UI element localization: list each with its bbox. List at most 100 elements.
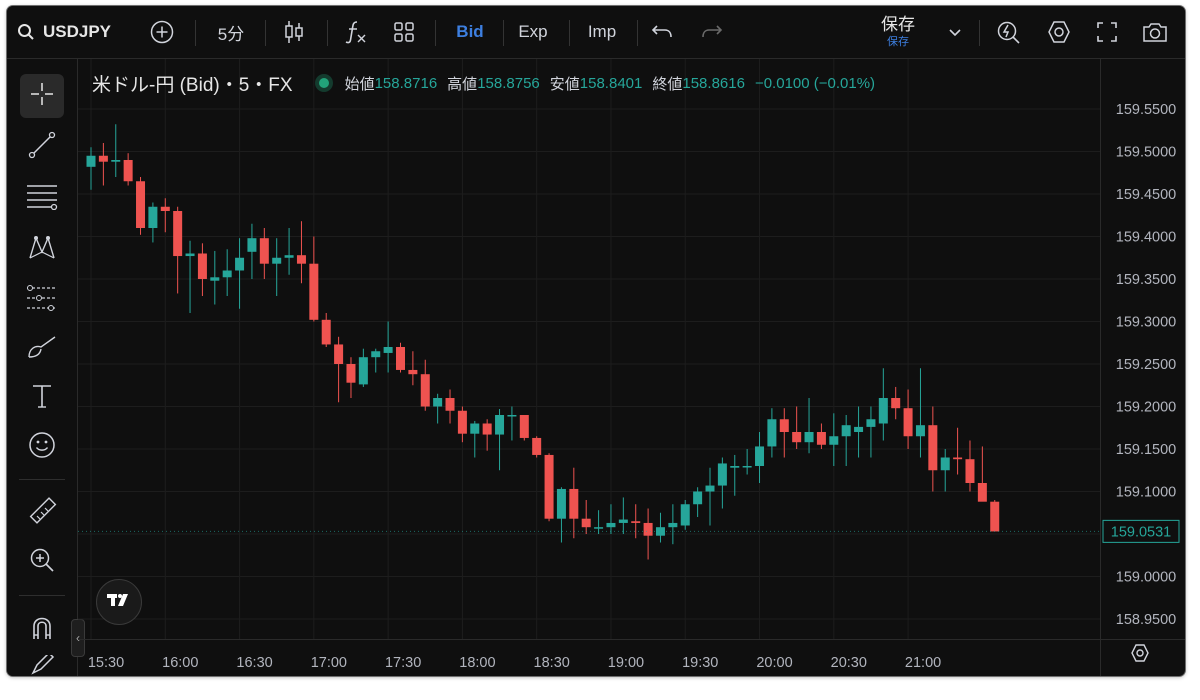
candle-body: [779, 419, 789, 432]
tradingview-logo[interactable]: [96, 579, 142, 625]
x-tick-label: 16:30: [236, 655, 272, 671]
candle-body: [841, 425, 851, 437]
market-status-dot[interactable]: [318, 78, 329, 88]
text-tool[interactable]: [20, 376, 64, 420]
settings-button[interactable]: [1041, 6, 1077, 58]
candle-body: [197, 253, 207, 279]
trend-line-tool[interactable]: [20, 125, 64, 169]
candle-body: [495, 415, 505, 435]
bid-button[interactable]: Bid: [447, 6, 493, 58]
undo-icon: [651, 23, 673, 41]
candle-body: [396, 347, 405, 370]
toolbar-divider: [503, 20, 504, 46]
open-value: 158.8716: [374, 74, 438, 92]
candle-body: [594, 527, 604, 529]
save-label: 保存: [881, 15, 915, 34]
brush-tool[interactable]: [20, 327, 64, 371]
chart-settings-button[interactable]: [1129, 643, 1151, 666]
x-tick-label: 18:30: [534, 655, 570, 671]
candle-body: [445, 398, 455, 411]
alert-button[interactable]: [991, 6, 1027, 58]
x-tick-label: 20:30: [831, 655, 867, 671]
candle-body: [222, 270, 232, 278]
export-button[interactable]: Exp: [510, 6, 556, 58]
fullscreen-button[interactable]: [1091, 6, 1123, 58]
zoom-in-tool[interactable]: [20, 540, 64, 584]
y-tick-label: 159.4000: [1116, 230, 1176, 246]
candle-body: [940, 457, 950, 471]
candle-body: [346, 364, 356, 383]
trend-line-icon: [27, 130, 57, 165]
forecast-tool[interactable]: [20, 278, 64, 322]
candle-body: [618, 519, 628, 523]
save-sub-label: 保存: [887, 36, 909, 48]
candle-body: [519, 415, 529, 438]
y-tick-label: 158.9500: [1116, 612, 1176, 628]
candle-body: [705, 485, 715, 492]
undo-button[interactable]: [647, 6, 677, 58]
tradingview-logo-icon: [106, 592, 132, 613]
symbol-search-button[interactable]: USDJPY: [17, 6, 127, 58]
candle-body: [829, 436, 839, 445]
toolbar-divider: [435, 20, 436, 46]
candle-body: [173, 211, 183, 257]
price-chart[interactable]: 159.5500 159.5000 159.4500 159.4000 159.3500…: [78, 59, 1185, 676]
candle-body: [136, 181, 146, 228]
magnet-icon: [28, 613, 56, 646]
layout-icon: [393, 21, 415, 43]
candle-body: [358, 357, 368, 385]
candle-body: [544, 454, 554, 519]
candle-body: [408, 369, 418, 375]
x-tick-label: 17:00: [311, 655, 347, 671]
brush-icon: [25, 333, 59, 366]
symbol-label: USDJPY: [43, 22, 112, 41]
candle-body: [816, 432, 826, 445]
magnet-tool[interactable]: [20, 607, 64, 651]
chevron-down-icon: [948, 27, 962, 37]
candle-body: [643, 522, 653, 536]
text-icon: [29, 382, 55, 415]
candle-body: [111, 160, 121, 162]
chart-legend: 米ドル-円 (Bid)・5・FX 始値 158.8716 高値 158.8756…: [92, 70, 885, 96]
candle-body: [98, 155, 108, 162]
crosshair-tool[interactable]: [20, 74, 64, 118]
chart-type-button[interactable]: [277, 6, 311, 58]
measure-tool[interactable]: [20, 491, 64, 535]
candle-body: [953, 457, 963, 460]
candle-body: [606, 522, 616, 528]
candle-body: [296, 255, 306, 264]
pattern-tool[interactable]: [20, 227, 64, 271]
save-button[interactable]: 保存 保存: [863, 6, 933, 58]
screenshot-button[interactable]: [1137, 6, 1173, 58]
drawing-toolbar: ‹: [7, 59, 85, 676]
indicators-button[interactable]: [339, 6, 373, 58]
import-button[interactable]: Imp: [577, 6, 627, 58]
candle-body: [433, 398, 443, 407]
close-label: 終値: [652, 75, 683, 93]
add-indicator-icon: [150, 20, 174, 44]
save-menu-button[interactable]: [943, 6, 967, 58]
pencil-tool[interactable]: [20, 655, 64, 676]
candle-body: [457, 410, 467, 434]
toolbar-divider: [265, 20, 266, 46]
chart-window: USDJPY 5分 Bid Exp Imp 保存 保存 ‹ 159.5500 1…: [7, 6, 1185, 676]
toolbar-divider: [195, 20, 196, 46]
candle-body: [272, 257, 282, 264]
candle-body: [767, 419, 777, 447]
open-label: 始値: [344, 75, 375, 93]
x-tick-label: 21:00: [905, 655, 941, 671]
layout-button[interactable]: [387, 6, 421, 58]
search-icon: [17, 23, 35, 41]
alert-icon: [996, 19, 1022, 45]
low-label: 安値: [549, 75, 580, 93]
interval-button[interactable]: 5分: [209, 6, 253, 58]
y-tick-label: 159.4500: [1116, 187, 1176, 203]
emoji-tool[interactable]: [20, 425, 64, 469]
series-title: 米ドル-円 (Bid)・5・FX: [92, 74, 293, 96]
candle-body: [680, 504, 690, 526]
x-tick-label: 16:00: [162, 655, 198, 671]
add-indicator-button[interactable]: [147, 6, 177, 58]
redo-button[interactable]: [697, 6, 727, 58]
candle-body: [878, 398, 888, 424]
fib-tool[interactable]: [20, 176, 64, 220]
